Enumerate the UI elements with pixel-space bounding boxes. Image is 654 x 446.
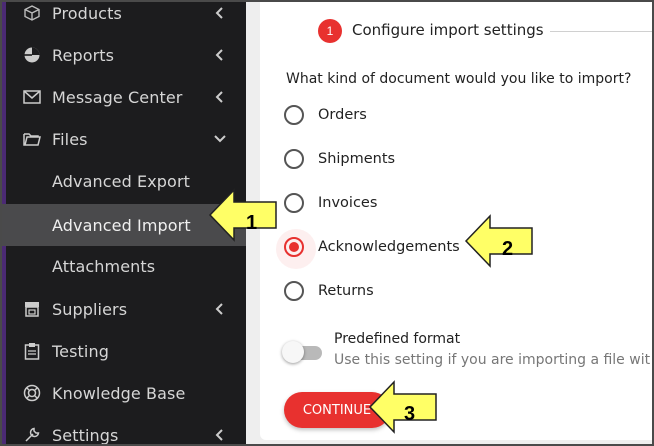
sidebar-item-attachments[interactable]: Attachments [2, 246, 246, 286]
radio-label: Shipments [318, 151, 396, 167]
sidebar-item-label: Suppliers [52, 299, 128, 319]
envelope-icon [22, 87, 42, 107]
sidebar-item-label: Products [52, 3, 122, 23]
chevron-left-icon [213, 48, 227, 62]
callout-number-3: 3 [404, 403, 416, 425]
radio-label: Invoices [318, 195, 378, 211]
toggle-knob[interactable] [282, 341, 304, 363]
step-number-badge: 1 [318, 19, 342, 43]
app-window: Products Reports Message Center Files Ad… [0, 0, 654, 446]
folder-icon [22, 129, 42, 149]
radio-option-shipments[interactable]: Shipments [284, 147, 395, 171]
callout-arrow-1 [208, 188, 277, 242]
document-type-question: What kind of document would you like to … [286, 71, 632, 87]
chevron-left-icon [213, 90, 227, 104]
chevron-left-icon [213, 6, 227, 20]
chevron-left-icon [213, 428, 227, 442]
radio-button-selected[interactable] [276, 229, 316, 269]
step-title: Configure import settings [352, 21, 544, 39]
radio-button[interactable] [284, 193, 304, 213]
sidebar-item-label: Attachments [52, 256, 156, 276]
radio-button[interactable] [284, 105, 304, 125]
sidebar-item-message-center[interactable]: Message Center [2, 77, 246, 117]
predefined-format-title: Predefined format [334, 331, 461, 347]
wrench-icon [22, 425, 42, 444]
radio-label: Orders [318, 107, 367, 123]
sidebar-item-files[interactable]: Files [2, 119, 246, 159]
radio-option-returns[interactable]: Returns [284, 279, 374, 303]
radio-option-acknowledgements[interactable]: Acknowledgements [276, 229, 460, 269]
sidebar-item-products[interactable]: Products [2, 2, 246, 33]
radio-focus-halo [276, 229, 316, 269]
step-divider [550, 31, 652, 32]
sidebar-item-testing[interactable]: Testing [2, 331, 246, 371]
chevron-left-icon [213, 302, 227, 316]
sidebar-item-label: Reports [52, 45, 115, 65]
sidebar-item-suppliers[interactable]: Suppliers [2, 289, 246, 329]
sidebar-item-label: Settings [52, 425, 119, 445]
callout-number-1: 1 [246, 212, 258, 234]
predefined-format-description: Use this setting if you are importing a … [334, 352, 651, 368]
callout-number-2: 2 [502, 238, 514, 260]
import-settings-card [260, 2, 652, 440]
sidebar-item-settings[interactable]: Settings [2, 415, 246, 445]
clipboard-icon [22, 341, 42, 361]
radio-button[interactable] [284, 281, 304, 301]
sidebar-item-label: Files [52, 129, 88, 149]
pie-chart-icon [22, 45, 42, 65]
store-icon [22, 299, 42, 319]
radio-label: Returns [318, 283, 374, 299]
sidebar-item-label: Advanced Export [52, 171, 190, 191]
box-icon [22, 3, 42, 23]
radio-button[interactable] [284, 149, 304, 169]
sidebar-item-label: Testing [52, 341, 109, 361]
radio-label: Acknowledgements [318, 239, 460, 255]
sidebar-item-label: Advanced Import [52, 215, 191, 235]
lifebuoy-icon [22, 383, 42, 403]
sidebar-item-label: Message Center [52, 87, 183, 107]
radio-option-invoices[interactable]: Invoices [284, 191, 377, 215]
callout-arrow-2 [464, 214, 533, 268]
sidebar-item-knowledge-base[interactable]: Knowledge Base [2, 373, 246, 413]
sidebar-item-label: Knowledge Base [52, 383, 186, 403]
sidebar-item-reports[interactable]: Reports [2, 35, 246, 75]
chevron-down-icon [213, 132, 227, 146]
radio-option-orders[interactable]: Orders [284, 103, 367, 127]
